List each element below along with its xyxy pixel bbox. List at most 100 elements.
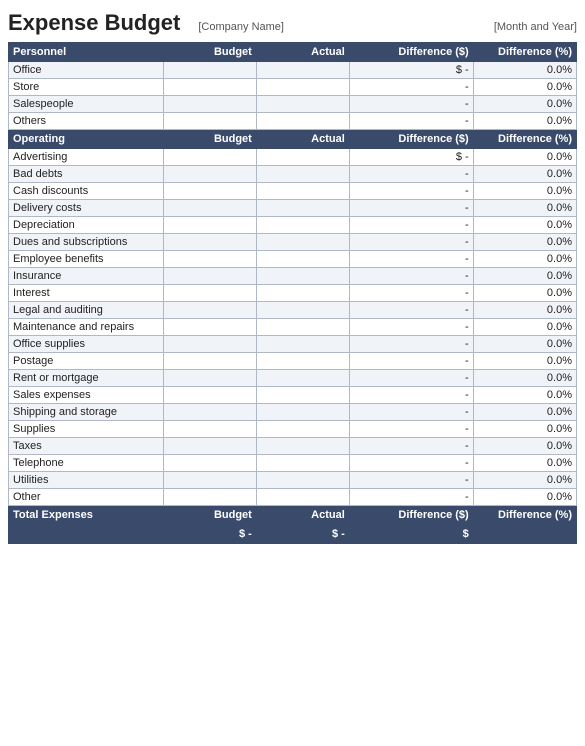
table-row[interactable]: Telephone - 0.0%	[9, 455, 577, 472]
row-actual[interactable]	[256, 404, 349, 421]
row-actual[interactable]	[256, 302, 349, 319]
row-label: Employee benefits	[9, 251, 164, 268]
row-budget[interactable]	[163, 404, 256, 421]
total-budget-val[interactable]: $ -	[163, 525, 256, 544]
row-actual[interactable]	[256, 336, 349, 353]
table-row[interactable]: Utilities - 0.0%	[9, 472, 577, 489]
table-row[interactable]: Employee benefits - 0.0%	[9, 251, 577, 268]
table-row[interactable]: Postage - 0.0%	[9, 353, 577, 370]
company-name[interactable]: [Company Name]	[198, 21, 284, 33]
row-budget[interactable]	[163, 455, 256, 472]
row-budget[interactable]	[163, 319, 256, 336]
row-actual[interactable]	[256, 472, 349, 489]
row-label: Shipping and storage	[9, 404, 164, 421]
row-diff-pct: 0.0%	[473, 79, 576, 96]
row-actual[interactable]	[256, 251, 349, 268]
row-budget[interactable]	[163, 438, 256, 455]
row-budget[interactable]	[163, 251, 256, 268]
row-budget[interactable]	[163, 183, 256, 200]
row-budget[interactable]	[163, 234, 256, 251]
row-actual[interactable]	[256, 489, 349, 506]
row-actual[interactable]	[256, 421, 349, 438]
row-actual[interactable]	[256, 234, 349, 251]
row-label: Bad debts	[9, 166, 164, 183]
table-row[interactable]: Salespeople - 0.0%	[9, 96, 577, 113]
table-row[interactable]: Shipping and storage - 0.0%	[9, 404, 577, 421]
table-row[interactable]: Supplies - 0.0%	[9, 421, 577, 438]
row-actual[interactable]	[256, 62, 349, 79]
row-actual[interactable]	[256, 166, 349, 183]
row-actual[interactable]	[256, 455, 349, 472]
row-budget[interactable]	[163, 285, 256, 302]
row-budget[interactable]	[163, 200, 256, 217]
page: Expense Budget [Company Name] [Month and…	[0, 0, 585, 552]
row-actual[interactable]	[256, 79, 349, 96]
row-diff-dollar: -	[349, 370, 473, 387]
col-diff-dollar-header: Difference ($)	[349, 43, 473, 62]
table-row[interactable]: Delivery costs - 0.0%	[9, 200, 577, 217]
row-label: Maintenance and repairs	[9, 319, 164, 336]
table-row[interactable]: Depreciation - 0.0%	[9, 217, 577, 234]
row-actual[interactable]	[256, 387, 349, 404]
row-budget[interactable]	[163, 79, 256, 96]
row-actual[interactable]	[256, 370, 349, 387]
total-actual-val[interactable]: $ -	[256, 525, 349, 544]
row-diff-pct: 0.0%	[473, 268, 576, 285]
table-row[interactable]: Dues and subscriptions - 0.0%	[9, 234, 577, 251]
row-budget[interactable]	[163, 268, 256, 285]
date-label[interactable]: [Month and Year]	[494, 21, 577, 33]
row-budget[interactable]	[163, 353, 256, 370]
table-row[interactable]: Store - 0.0%	[9, 79, 577, 96]
row-diff-pct: 0.0%	[473, 336, 576, 353]
table-row[interactable]: Maintenance and repairs - 0.0%	[9, 319, 577, 336]
row-actual[interactable]	[256, 285, 349, 302]
row-budget[interactable]	[163, 489, 256, 506]
table-row[interactable]: Insurance - 0.0%	[9, 268, 577, 285]
table-row[interactable]: Taxes - 0.0%	[9, 438, 577, 455]
row-budget[interactable]	[163, 472, 256, 489]
table-row[interactable]: Legal and auditing - 0.0%	[9, 302, 577, 319]
table-row[interactable]: Cash discounts - 0.0%	[9, 183, 577, 200]
table-row[interactable]: Others - 0.0%	[9, 113, 577, 130]
row-actual[interactable]	[256, 149, 349, 166]
row-budget[interactable]	[163, 302, 256, 319]
row-actual[interactable]	[256, 96, 349, 113]
table-row[interactable]: Sales expenses - 0.0%	[9, 387, 577, 404]
row-budget[interactable]	[163, 370, 256, 387]
row-label: Dues and subscriptions	[9, 234, 164, 251]
row-budget[interactable]	[163, 96, 256, 113]
table-row[interactable]: Interest - 0.0%	[9, 285, 577, 302]
total-diff-dollar-val: $	[349, 525, 473, 544]
row-actual[interactable]	[256, 200, 349, 217]
table-row[interactable]: Bad debts - 0.0%	[9, 166, 577, 183]
row-budget[interactable]	[163, 62, 256, 79]
row-budget[interactable]	[163, 387, 256, 404]
row-diff-dollar: -	[349, 285, 473, 302]
table-row[interactable]: Other - 0.0%	[9, 489, 577, 506]
table-row[interactable]: Advertising $ - 0.0%	[9, 149, 577, 166]
row-actual[interactable]	[256, 183, 349, 200]
row-diff-dollar: -	[349, 183, 473, 200]
table-row[interactable]: Rent or mortgage - 0.0%	[9, 370, 577, 387]
total-values-row[interactable]: $ - $ - $	[9, 525, 577, 544]
row-actual[interactable]	[256, 113, 349, 130]
row-budget[interactable]	[163, 421, 256, 438]
row-actual[interactable]	[256, 268, 349, 285]
section-name: Personnel	[9, 43, 164, 62]
row-diff-dollar: -	[349, 251, 473, 268]
row-budget[interactable]	[163, 113, 256, 130]
row-budget[interactable]	[163, 149, 256, 166]
row-budget[interactable]	[163, 217, 256, 234]
row-budget[interactable]	[163, 166, 256, 183]
row-actual[interactable]	[256, 319, 349, 336]
row-label: Utilities	[9, 472, 164, 489]
row-diff-dollar: -	[349, 200, 473, 217]
total-diff-pct-header: Difference (%)	[473, 506, 576, 525]
row-actual[interactable]	[256, 217, 349, 234]
table-row[interactable]: Office $ - 0.0%	[9, 62, 577, 79]
row-budget[interactable]	[163, 336, 256, 353]
table-row[interactable]: Office supplies - 0.0%	[9, 336, 577, 353]
row-actual[interactable]	[256, 438, 349, 455]
row-actual[interactable]	[256, 353, 349, 370]
row-label: Telephone	[9, 455, 164, 472]
